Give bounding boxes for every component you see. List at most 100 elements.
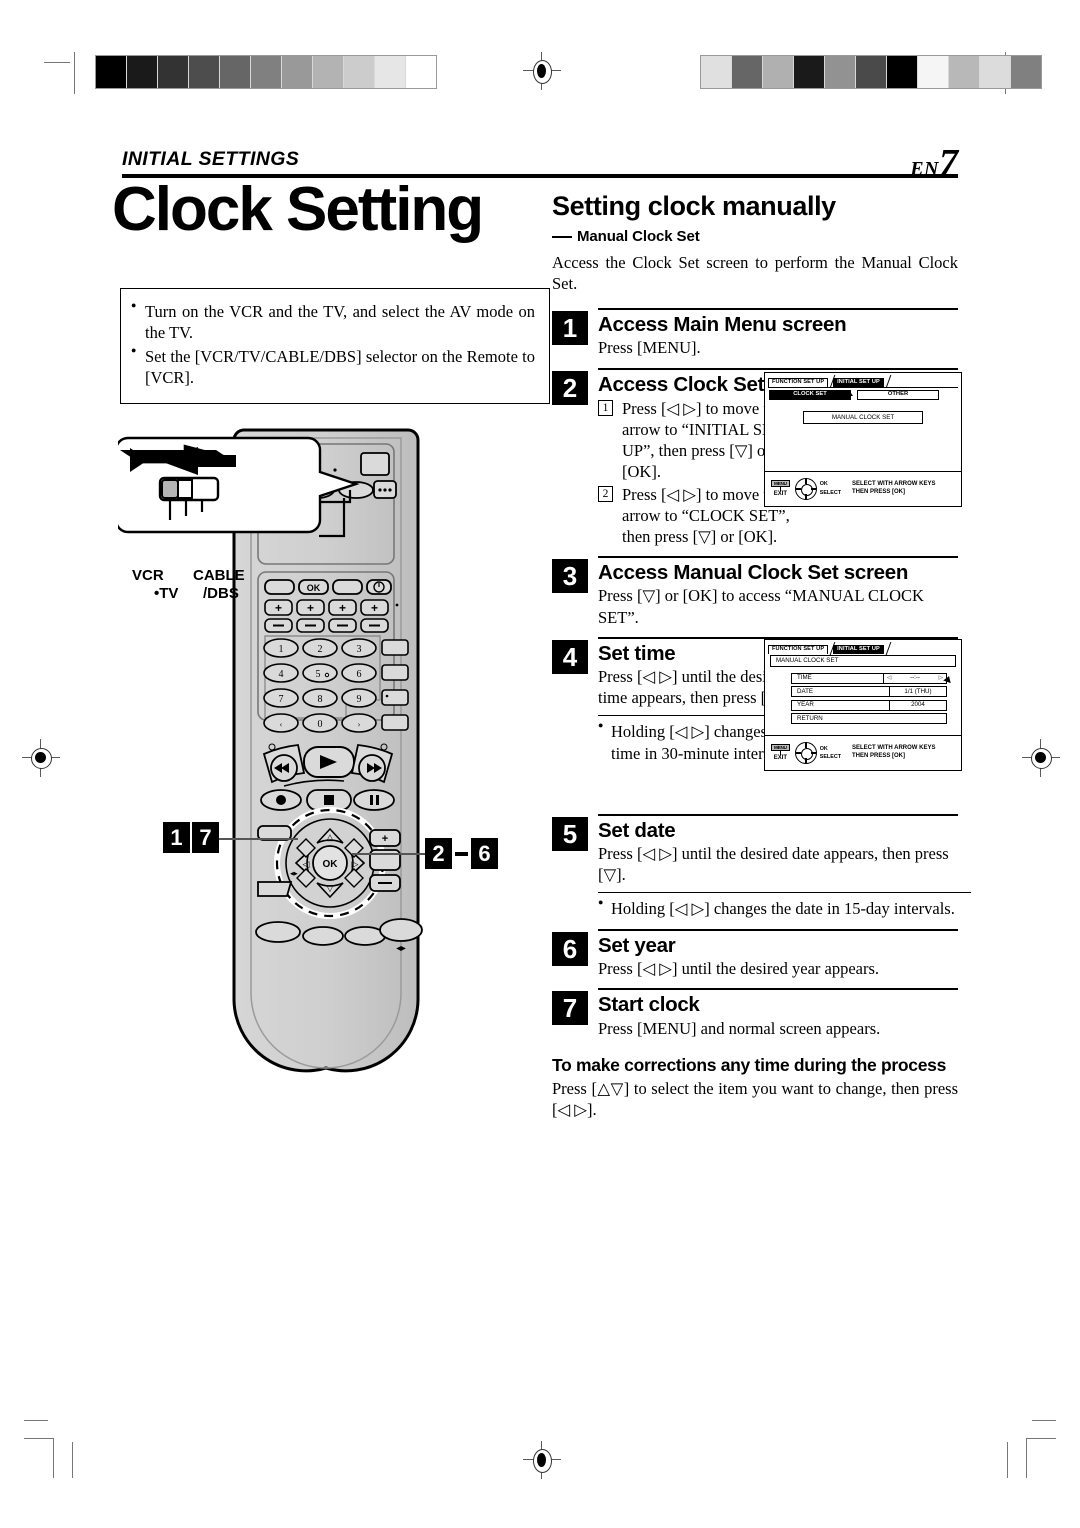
osd-message: SELECT WITH ARROW KEYS THEN PRESS [OK] xyxy=(852,745,935,760)
step-1: 1 Access Main Menu screen Press [MENU]. xyxy=(552,307,958,359)
prep-bullet: Turn on the VCR and the TV, and select t… xyxy=(131,300,535,344)
grayscale-wedge-left xyxy=(95,55,437,89)
step-3: 3 Access Manual Clock Set screen Press [… xyxy=(552,555,958,628)
osd-tab-initial-set-up[interactable]: INITIAL SET UP xyxy=(833,645,884,654)
crop-mark-top-left xyxy=(44,52,80,94)
osd-ok-label: OK xyxy=(819,481,828,488)
osd-button-other[interactable]: OTHER xyxy=(857,389,939,401)
registration-mark-bottom xyxy=(523,1441,561,1479)
osd-row-time[interactable]: TIME ◁ --:-- ▷ xyxy=(791,672,953,684)
svg-text:5: 5 xyxy=(316,669,321,680)
svg-text:8: 8 xyxy=(318,694,323,705)
step-7: 7 Start clock Press [MENU] and normal sc… xyxy=(552,988,958,1039)
step-text: Press [◁ ▷] until the desired date appea… xyxy=(598,844,949,885)
step-note: Holding [◁ ▷] changes the date in 15-day… xyxy=(598,892,971,919)
svg-text:◁: ◁ xyxy=(303,859,310,869)
osd-dpad-icon xyxy=(794,741,817,764)
svg-text:0: 0 xyxy=(318,719,323,730)
svg-text:◀▶: ◀▶ xyxy=(395,945,406,952)
osd-row-year[interactable]: YEAR 2004 xyxy=(791,699,947,711)
step-title: Set year xyxy=(598,933,676,957)
svg-text:4: 4 xyxy=(279,669,284,680)
callout-line-right xyxy=(352,853,430,855)
osd-message-line1: SELECT WITH ARROW KEYS xyxy=(852,481,936,488)
substep-text: Press [◁ ▷] to move the arrow to “INITIA… xyxy=(622,399,784,482)
svg-text:△: △ xyxy=(327,832,334,842)
osd-menu-label: MENU xyxy=(771,743,790,751)
step-number: 7 xyxy=(552,991,588,1026)
osd-row-date[interactable]: DATE 1/1 (THU) xyxy=(791,686,947,698)
svg-text:+: + xyxy=(371,601,378,615)
svg-text:1: 1 xyxy=(279,644,284,655)
svg-text:+: + xyxy=(307,601,314,615)
osd-row-label: YEAR xyxy=(791,699,890,711)
step-title: Access Main Menu screen xyxy=(598,312,847,336)
osd-ok-select-labels: OK SELECT xyxy=(820,745,841,761)
step-5: 5 Set date Press [◁ ▷] until the desired… xyxy=(552,813,971,920)
callout-1: 1 xyxy=(163,822,190,853)
svg-text:OK: OK xyxy=(323,859,339,870)
corrections-text: Press [△▽] to select the item you want t… xyxy=(552,1078,958,1120)
osd-message: SELECT WITH ARROW KEYS THEN PRESS [OK] xyxy=(852,481,935,496)
svg-text:7: 7 xyxy=(279,694,284,705)
svg-text:OK: OK xyxy=(307,583,321,593)
osd-select-label: SELECT xyxy=(819,489,841,496)
step-number: 1 xyxy=(552,310,588,345)
step-text: Press [◁ ▷] until the desired year appea… xyxy=(598,959,880,979)
osd-message-line1: SELECT WITH ARROW KEYS xyxy=(852,745,936,752)
osd-left-arrow-icon[interactable]: ◁ xyxy=(887,675,891,682)
osd-tab-function-set-up[interactable]: FUNCTION SET UP xyxy=(768,377,829,387)
osd-item-manual-clock-set[interactable]: MANUAL CLOCK SET xyxy=(803,411,923,424)
running-header: INITIAL SETTINGS EN7 xyxy=(122,144,958,182)
remote-svg: OK + + + + 1 2 3 4 5 6 7 8 9 ‹ 0 › OK △ … xyxy=(114,428,423,1073)
osd-menu-label: MENU xyxy=(771,479,790,487)
osd-screen-clock-set: FUNCTION SET UP INITIAL SET UP CLOCK SET… xyxy=(764,371,962,507)
section-subheading: Manual Clock Set xyxy=(552,228,958,245)
svg-text:+: + xyxy=(339,601,346,615)
callout-6: 6 xyxy=(471,838,498,869)
step-title: Start clock xyxy=(598,993,700,1017)
osd-row-label: DATE xyxy=(791,686,890,698)
selector-label-tv: •TV xyxy=(154,585,179,602)
section-heading: Setting clock manually xyxy=(552,191,836,221)
svg-text:3: 3 xyxy=(357,644,362,655)
subheading-text: Manual Clock Set xyxy=(577,227,700,245)
osd-tab-function-set-up[interactable]: FUNCTION SET UP xyxy=(768,645,829,654)
osd-row-label: RETURN xyxy=(791,713,947,725)
step-title: Set date xyxy=(598,818,676,842)
svg-text:‹: ‹ xyxy=(280,720,283,729)
registration-mark-right xyxy=(1022,739,1060,777)
svg-text:9: 9 xyxy=(357,694,362,705)
osd-footer: MENU EXIT OK SELECT SELECT WITH ARROW KE… xyxy=(765,734,961,770)
substep-number: 2 xyxy=(598,485,613,502)
osd-tab-initial-set-up[interactable]: INITIAL SET UP xyxy=(833,377,884,387)
osd-message-line2: THEN PRESS [OK] xyxy=(852,752,906,759)
osd-row-return[interactable]: RETURN xyxy=(791,713,947,725)
osd-dpad-icon xyxy=(794,477,817,500)
step-text: Press [MENU] and normal screen appears. xyxy=(598,1018,881,1038)
osd-menu-key: MENU EXIT xyxy=(771,743,790,762)
osd-row-value[interactable]: 2004 xyxy=(890,699,947,711)
osd-tab-row: FUNCTION SET UP INITIAL SET UP xyxy=(765,373,961,387)
step-number: 6 xyxy=(552,931,588,966)
osd-tab-row: FUNCTION SET UP INITIAL SET UP xyxy=(765,640,961,654)
callout-2: 2 xyxy=(425,838,452,869)
callout-7: 7 xyxy=(192,822,219,853)
osd-row-value[interactable]: 1/1 (THU) xyxy=(890,686,947,698)
osd-row-value[interactable]: ◁ --:-- ▷ xyxy=(884,672,947,684)
step-number: 3 xyxy=(552,558,588,593)
crop-mark-bottom-left xyxy=(24,1420,84,1478)
osd-footer: MENU EXIT OK SELECT SELECT WITH ARROW KE… xyxy=(765,470,961,506)
osd-button-clock-set[interactable]: CLOCK SET xyxy=(769,389,851,401)
svg-text:▷: ▷ xyxy=(352,859,359,869)
step-6: 6 Set year Press [◁ ▷] until the desired… xyxy=(552,928,958,980)
registration-mark-left xyxy=(22,739,60,777)
selector-callout-balloon xyxy=(114,436,360,534)
svg-text:▽: ▽ xyxy=(327,883,334,893)
svg-text:6: 6 xyxy=(357,669,362,680)
manual-page: INITIAL SETTINGS EN7 Clock Setting Turn … xyxy=(0,0,1080,1528)
step-4: 4 Set time Press [◁ ▷] until the desired… xyxy=(552,636,962,805)
osd-menu-key: MENU EXIT xyxy=(771,479,790,498)
step-number: 2 xyxy=(552,370,588,405)
svg-text:◀▶: ◀▶ xyxy=(290,871,298,877)
